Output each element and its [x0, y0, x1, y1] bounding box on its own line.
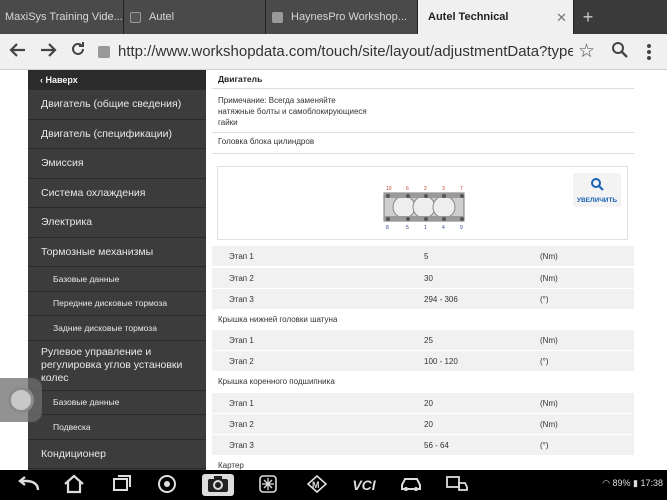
car-icon[interactable]	[398, 474, 424, 496]
overflow-menu-icon[interactable]	[647, 44, 651, 60]
battery-icon: ▮	[633, 478, 638, 488]
section-main-bearing-cap: Крышка коренного подшипника	[218, 377, 335, 386]
svg-text:10: 10	[386, 186, 392, 192]
sidebar-item-ac[interactable]: Кондиционер	[28, 440, 206, 469]
table-row: Этап 2 30 (Nm)	[212, 268, 634, 288]
svg-text:9: 9	[460, 225, 463, 231]
note-text: Примечание: Всегда заменяйте натяжные бо…	[218, 96, 367, 127]
svg-text:2: 2	[424, 186, 427, 192]
reload-icon[interactable]	[66, 40, 90, 64]
url-field[interactable]: http://www.workshopdata.com/touch/site/l…	[118, 43, 573, 60]
search-icon[interactable]	[611, 41, 629, 64]
sidebar-item-brakes-basic[interactable]: Базовые данные	[28, 267, 206, 292]
sidebar-item-steering[interactable]: Рулевое управление и регулировка углов у…	[28, 341, 206, 391]
tab-title: MaxiSys Training Vide...	[5, 11, 123, 23]
floating-assist-button[interactable]	[0, 378, 42, 422]
sidebar-item-cooling[interactable]: Система охлаждения	[28, 179, 206, 208]
divider	[212, 153, 634, 154]
chrome-icon[interactable]	[155, 474, 179, 496]
tab-title: Autel	[149, 11, 175, 23]
clock: 17:38	[640, 478, 663, 488]
sidebar-item-steering-basic[interactable]: Базовые данные	[28, 391, 206, 415]
maxisys-m-icon[interactable]: M	[304, 474, 330, 496]
tab-title: HaynesPro Workshop...	[291, 11, 407, 23]
section-cylinder-head: Головка блока цилиндров	[218, 137, 315, 146]
table-row: Этап 1 25 (Nm)	[212, 330, 634, 350]
bookmark-star-icon[interactable]: ☆	[578, 40, 595, 63]
svg-text:8: 8	[386, 225, 389, 231]
home-icon[interactable]	[60, 474, 88, 496]
tab-bar: MaxiSys Training Vide... Autel HaynesPro…	[0, 0, 667, 34]
svg-text:6: 6	[406, 186, 409, 192]
tab-autel[interactable]: Autel	[124, 0, 266, 34]
forward-arrow-icon[interactable]	[36, 40, 60, 64]
table-row: Этап 3 294 - 306 (°)	[212, 289, 634, 309]
tab-title: Autel Technical	[428, 11, 509, 23]
divider	[212, 88, 634, 89]
table-row: Этап 2 20 (Nm)	[212, 414, 634, 434]
system-nav-bar: M VCI ◠ 89% ▮ 17:38	[0, 470, 667, 500]
autel-favicon-icon	[130, 11, 141, 23]
sidebar-item-engine-general[interactable]: Двигатель (общие сведения)	[28, 90, 206, 120]
camera-icon[interactable]	[202, 474, 234, 496]
sidebar-item-emission[interactable]: Эмиссия	[28, 149, 206, 179]
status-area: ◠ 89% ▮ 17:38	[602, 478, 663, 489]
sidebar-item-brakes[interactable]: Тормозные механизмы	[28, 238, 206, 267]
new-tab-button[interactable]: +	[574, 0, 602, 34]
divider	[212, 132, 634, 133]
tightening-sequence-diagram: 10 6 2 3 7 8 5 1 4 9	[383, 186, 465, 231]
sidebar-item-suspension[interactable]: Подвеска	[28, 415, 206, 440]
sidebar-back-link[interactable]: ‹ Наверх	[28, 70, 206, 90]
section-sump: Картер	[218, 461, 244, 470]
back-icon[interactable]	[14, 474, 44, 496]
table-row: Этап 3 56 - 64 (°)	[212, 435, 634, 455]
page-favicon-icon	[272, 11, 283, 23]
magnifier-icon	[591, 178, 604, 191]
tab-autel-technical[interactable]: Autel Technical ✕	[418, 0, 574, 34]
diagram-top-labels: 10 6 2 3 7	[386, 186, 463, 192]
vci-status-icon[interactable]: VCI	[346, 474, 382, 496]
page-title: Двигатель	[218, 74, 263, 84]
table-row: Этап 1 20 (Nm)	[212, 393, 634, 413]
table-row: Этап 1 5 (Nm)	[212, 246, 634, 266]
car-service-icon[interactable]	[444, 474, 470, 496]
tab-bar-empty	[602, 0, 667, 34]
browser-screen: MaxiSys Training Vide... Autel HaynesPro…	[0, 0, 667, 500]
svg-text:7: 7	[460, 186, 463, 192]
table-row: Этап 2 100 - 120 (°)	[212, 351, 634, 371]
sidebar-item-rear-disc[interactable]: Задние дисковые тормоза	[28, 316, 206, 341]
zoom-button[interactable]: УВЕЛИЧИТЬ	[573, 173, 621, 207]
svg-text:4: 4	[442, 225, 445, 231]
recent-apps-icon[interactable]	[110, 474, 134, 496]
sidebar: ‹ Наверх Двигатель (общие сведения) Двиг…	[28, 70, 206, 470]
svg-text:5: 5	[406, 225, 409, 231]
tab-haynespro[interactable]: HaynesPro Workshop...	[266, 0, 418, 34]
snowflake-icon[interactable]	[256, 474, 280, 496]
battery-level: 89%	[612, 478, 631, 488]
sidebar-item-engine-specs[interactable]: Двигатель (спецификации)	[28, 120, 206, 149]
svg-text:3: 3	[442, 186, 445, 192]
back-arrow-icon[interactable]	[6, 40, 30, 64]
diagram-bottom-labels: 8 5 1 4 9	[386, 225, 463, 231]
sidebar-item-front-disc[interactable]: Передние дисковые тормоза	[28, 292, 206, 316]
section-conrod-cap: Крышка нижней головки шатуна	[218, 315, 338, 324]
close-tab-icon[interactable]: ✕	[556, 10, 567, 26]
tab-maxisys-training[interactable]: MaxiSys Training Vide...	[0, 0, 124, 34]
sidebar-item-electrics[interactable]: Электрика	[28, 208, 206, 238]
wifi-icon: ◠	[602, 478, 610, 488]
address-bar: http://www.workshopdata.com/touch/site/l…	[0, 34, 667, 70]
main-content: Двигатель Примечание: Всегда заменяйте н…	[206, 70, 667, 470]
svg-text:1: 1	[424, 225, 427, 231]
page-info-icon[interactable]	[98, 46, 110, 58]
tightening-diagram-panel: 10 6 2 3 7 8 5 1 4 9 УВЕЛИЧИТЬ	[217, 166, 628, 240]
svg-text:M: M	[312, 480, 320, 490]
